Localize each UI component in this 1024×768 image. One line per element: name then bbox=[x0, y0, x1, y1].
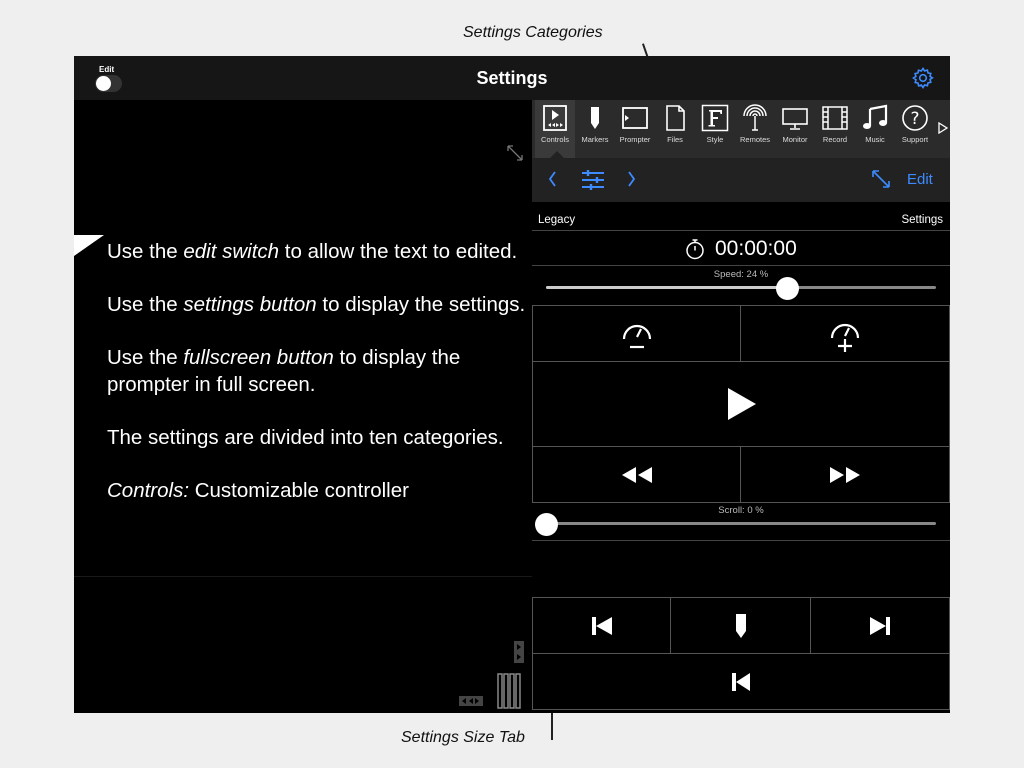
next-marker-icon bbox=[870, 616, 890, 635]
scroll-thumb[interactable] bbox=[534, 513, 558, 536]
settings-panel: Controls Markers Prompter Files Style Re… bbox=[532, 100, 950, 713]
file-icon bbox=[666, 105, 685, 131]
scroll-label: Scroll: 0 % bbox=[718, 505, 764, 516]
speed-increase-button[interactable] bbox=[740, 305, 950, 362]
settings-categories: Controls Markers Prompter Files Style Re… bbox=[532, 100, 950, 158]
divider bbox=[532, 540, 950, 541]
page-title: Settings bbox=[476, 68, 548, 88]
category-support[interactable]: ? Support bbox=[895, 100, 935, 158]
category-record[interactable]: Record bbox=[815, 100, 855, 158]
legacy-label: Legacy bbox=[538, 214, 576, 226]
category-music[interactable]: Music bbox=[855, 100, 895, 158]
timer-value: 00:00:00 bbox=[715, 237, 797, 260]
callout-settings-categories: Settings Categories bbox=[463, 24, 603, 41]
add-marker-button[interactable] bbox=[670, 597, 812, 654]
speed-decrease-icon bbox=[622, 324, 652, 348]
marker-icon bbox=[591, 107, 599, 129]
rewind-icon bbox=[622, 466, 652, 483]
scroll-slider[interactable]: Scroll: 0 % bbox=[532, 503, 950, 541]
category-controls[interactable]: Controls bbox=[535, 100, 575, 158]
fullscreen-icon[interactable] bbox=[506, 144, 524, 162]
category-markers[interactable]: Markers bbox=[575, 100, 615, 158]
more-categories-icon[interactable] bbox=[938, 122, 948, 134]
stopwatch-icon bbox=[686, 239, 704, 260]
help-icon: ? bbox=[902, 105, 928, 131]
next-marker-button[interactable] bbox=[810, 597, 950, 654]
cue-marker bbox=[74, 235, 104, 256]
speed-decrease-button[interactable] bbox=[532, 305, 742, 362]
category-style[interactable]: Style bbox=[695, 100, 735, 158]
category-files[interactable]: Files bbox=[655, 100, 695, 158]
prompter-paragraph-4: The settings are divided into ten catego… bbox=[107, 426, 504, 449]
speed-increase-icon bbox=[830, 323, 860, 352]
prompter-paragraph-2: Use the settings button to display the s… bbox=[107, 293, 526, 316]
previous-marker-button[interactable] bbox=[532, 597, 672, 654]
selected-category-indicator bbox=[550, 151, 564, 158]
settings-nav-bar: Edit bbox=[532, 158, 950, 202]
prompter-area[interactable]: Use the edit switch to allow the text to… bbox=[74, 100, 532, 713]
prompter-paragraph-1: Use the edit switch to allow the text to… bbox=[107, 240, 518, 263]
settings-size-tab[interactable] bbox=[496, 673, 524, 709]
category-monitor[interactable]: Monitor bbox=[775, 100, 815, 158]
prompter-icon bbox=[622, 107, 648, 129]
chevron-left-icon[interactable] bbox=[546, 169, 558, 189]
film-icon bbox=[822, 106, 848, 130]
app-window: Edit Settings Use the edit switch to all… bbox=[74, 56, 950, 713]
prompter-paragraph-3: Use the fullscreen button to display the… bbox=[107, 346, 461, 396]
speed-fill bbox=[546, 286, 788, 289]
top-bar: Edit Settings bbox=[74, 56, 950, 100]
svg-text:?: ? bbox=[910, 109, 919, 129]
category-prompter[interactable]: Prompter bbox=[615, 100, 655, 158]
resize-icon[interactable] bbox=[870, 168, 892, 190]
previous-marker-icon bbox=[592, 616, 612, 635]
prompter-paragraph-5: Controls: Customizable controller bbox=[107, 479, 409, 502]
mini-transport-icon[interactable] bbox=[459, 696, 483, 706]
sliders-icon[interactable] bbox=[580, 168, 606, 192]
prompter-divider bbox=[74, 576, 532, 577]
prompter-text[interactable]: Use the edit switch to allow the text to… bbox=[107, 238, 527, 576]
timer-row[interactable]: 00:00:00 bbox=[532, 230, 950, 266]
speed-label: Speed: 24 % bbox=[713, 269, 769, 280]
callout-settings-size-tab: Settings Size Tab bbox=[401, 729, 525, 746]
controls-icon bbox=[543, 105, 567, 131]
marker-icon bbox=[736, 613, 746, 638]
music-icon bbox=[863, 104, 888, 129]
speed-slider[interactable]: Speed: 24 % bbox=[532, 267, 950, 305]
skip-to-start-icon bbox=[732, 672, 750, 691]
fast-forward-button[interactable] bbox=[740, 446, 950, 503]
play-button[interactable] bbox=[532, 361, 950, 447]
fast-forward-icon bbox=[830, 466, 860, 483]
mini-controls-icon[interactable] bbox=[514, 641, 524, 663]
play-icon bbox=[728, 388, 756, 420]
antenna-icon bbox=[743, 104, 767, 131]
go-to-start-button[interactable] bbox=[532, 653, 950, 710]
font-icon bbox=[701, 104, 729, 132]
rewind-button[interactable] bbox=[532, 446, 742, 503]
speed-track[interactable] bbox=[546, 286, 936, 289]
gear-icon[interactable] bbox=[911, 66, 935, 90]
chevron-right-icon[interactable] bbox=[626, 169, 638, 189]
speed-thumb[interactable] bbox=[776, 277, 800, 300]
settings-label: Settings bbox=[901, 214, 943, 226]
category-remotes[interactable]: Remotes bbox=[735, 100, 775, 158]
scroll-track[interactable] bbox=[546, 522, 936, 525]
settings-edit-button[interactable]: Edit bbox=[907, 171, 933, 188]
monitor-icon bbox=[782, 108, 808, 130]
